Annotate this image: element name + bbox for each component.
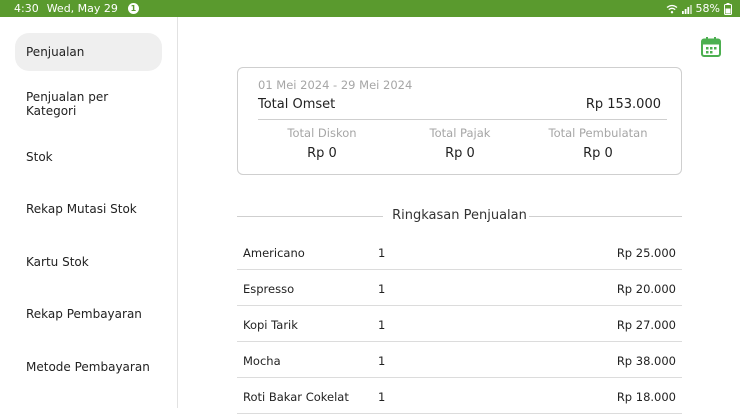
item-name: Mocha <box>243 354 281 368</box>
stat-label: Total Pajak <box>429 126 491 140</box>
status-time: 4:30 <box>14 2 39 15</box>
item-name: Kopi Tarik <box>243 318 298 332</box>
sidebar-item-label: Kartu Stok <box>26 255 89 269</box>
sidebar-item-label: Penjualan <box>26 45 85 59</box>
item-name: Americano <box>243 246 305 260</box>
item-amount: Rp 20.000 <box>616 282 676 296</box>
report-content: 01 Mei 2024 - 29 Mei 2024 Total Omset Rp… <box>178 17 740 414</box>
table-row[interactable]: Kopi Tarik 1 Rp 27.000 <box>237 306 682 342</box>
item-qty: 1 <box>378 390 386 404</box>
item-qty: 1 <box>378 318 386 332</box>
total-omset-value: Rp 153.000 <box>585 97 661 112</box>
item-qty: 1 <box>378 246 386 260</box>
sidebar-item-label: Stok <box>26 150 53 164</box>
sales-summary-card: 01 Mei 2024 - 29 Mei 2024 Total Omset Rp… <box>237 67 682 175</box>
table-row[interactable]: Roti Bakar Cokelat 1 Rp 18.000 <box>237 378 682 414</box>
status-bar: 4:30 Wed, May 29 1 58% <box>0 0 740 17</box>
battery-percent: 58% <box>695 2 720 15</box>
status-date: Wed, May 29 <box>46 2 118 15</box>
sales-list: Americano 1 Rp 25.000 Espresso 1 Rp 20.0… <box>237 234 682 414</box>
item-qty: 1 <box>378 354 386 368</box>
item-amount: Rp 38.000 <box>616 354 676 368</box>
report-sidebar: Penjualan Penjualan per Kategori Stok Re… <box>0 17 178 408</box>
section-title: Ringkasan Penjualan <box>392 208 527 223</box>
battery-icon <box>724 2 732 15</box>
card-divider <box>258 119 667 120</box>
sidebar-item-kartu-stok[interactable]: Kartu Stok <box>15 243 162 281</box>
notification-badge: 1 <box>127 3 139 14</box>
wifi-icon <box>666 4 677 13</box>
stat-label: Total Diskon <box>287 126 357 140</box>
sidebar-item-label: Penjualan per Kategori <box>26 90 109 118</box>
item-name: Roti Bakar Cokelat <box>243 390 349 404</box>
stat-total-diskon: Total Diskon Rp 0 <box>247 126 397 161</box>
item-qty: 1 <box>378 282 386 296</box>
sidebar-item-label: Rekap Mutasi Stok <box>26 202 137 216</box>
sidebar-item-metode-pembayaran[interactable]: Metode Pembayaran <box>15 348 162 386</box>
stat-total-pajak: Total Pajak Rp 0 <box>385 126 535 161</box>
table-row[interactable]: Espresso 1 Rp 20.000 <box>237 270 682 306</box>
total-omset-label: Total Omset <box>258 97 336 112</box>
table-row[interactable]: Americano 1 Rp 25.000 <box>237 234 682 270</box>
sidebar-item-label: Metode Pembayaran <box>26 360 150 374</box>
sidebar-item-rekap-pembayaran[interactable]: Rekap Pembayaran <box>15 295 162 333</box>
item-amount: Rp 18.000 <box>616 390 676 404</box>
sidebar-item-penjualan[interactable]: Penjualan <box>15 33 162 71</box>
sidebar-item-label: Rekap Pembayaran <box>26 307 142 321</box>
item-amount: Rp 27.000 <box>616 318 676 332</box>
sidebar-item-penjualan-per-kategori[interactable]: Penjualan per Kategori <box>15 85 162 123</box>
section-header: Ringkasan Penjualan <box>237 207 682 227</box>
stat-value: Rp 0 <box>583 146 613 161</box>
stat-value: Rp 0 <box>445 146 475 161</box>
stat-label: Total Pembulatan <box>548 126 648 140</box>
stat-total-pembulatan: Total Pembulatan Rp 0 <box>523 126 673 161</box>
stat-value: Rp 0 <box>307 146 337 161</box>
item-amount: Rp 25.000 <box>616 246 676 260</box>
date-range: 01 Mei 2024 - 29 Mei 2024 <box>258 78 413 92</box>
signal-icon <box>681 4 692 14</box>
calendar-icon[interactable] <box>700 36 722 58</box>
item-name: Espresso <box>243 282 295 296</box>
sidebar-item-stok[interactable]: Stok <box>15 138 162 176</box>
table-row[interactable]: Mocha 1 Rp 38.000 <box>237 342 682 378</box>
sidebar-item-rekap-mutasi-stok[interactable]: Rekap Mutasi Stok <box>15 190 162 228</box>
